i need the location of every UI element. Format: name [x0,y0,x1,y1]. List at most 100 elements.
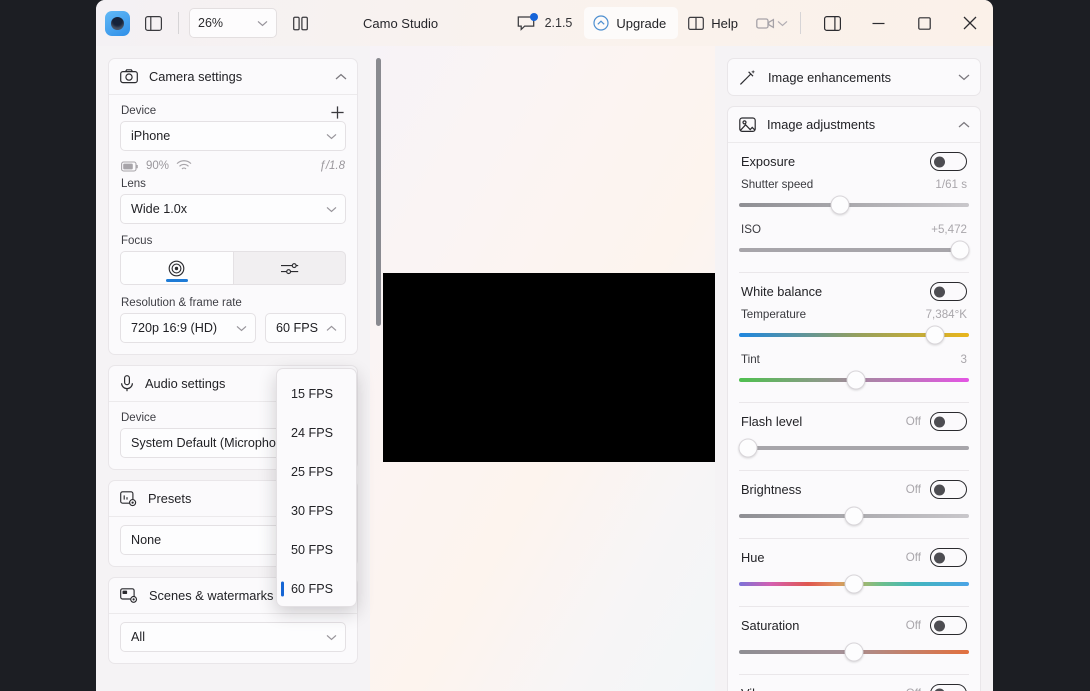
battery-value: 90% [146,160,169,172]
image-adjustments-header[interactable]: Image adjustments [728,107,980,143]
split-view-icon[interactable] [283,8,317,38]
fps-option[interactable]: 60 FPS [277,569,356,608]
adjustment-toggle[interactable] [930,684,967,691]
left-panel-toggle-icon[interactable] [136,8,170,38]
adjustment-status: Off [906,551,921,564]
adjustment-divider [739,272,969,273]
chevron-up-icon[interactable] [335,73,347,81]
slider-track [739,203,969,207]
adjustment-slider[interactable] [739,641,969,663]
fps-option[interactable]: 50 FPS [277,530,356,569]
camera-icon [120,69,138,84]
help-label: Help [711,16,738,31]
slider-handle[interactable] [739,439,758,458]
focus-manual-button[interactable] [234,252,346,284]
adjustment-controls: Off [906,548,967,567]
slider-value: +5,472 [931,223,967,236]
camera-settings-title: Camera settings [149,69,324,84]
resolution-row: 720p 16:9 (HD) 60 FPS [120,313,346,343]
camera-settings-body: Device iPhone [109,95,357,354]
scenes-filter-select[interactable]: All [120,622,346,652]
adjustment-slider[interactable] [739,194,969,216]
window-body: Camera settings Device [96,46,993,691]
image-adjustments-card: Image adjustments ExposureShutter speed1… [727,106,981,691]
maximize-icon[interactable] [901,0,947,46]
adjustment-divider [739,606,969,607]
focus-auto-button[interactable] [121,252,233,284]
fps-option[interactable]: 25 FPS [277,452,356,491]
camera-settings-header[interactable]: Camera settings [109,59,357,95]
help-button[interactable]: Help [678,7,748,39]
image-enhancements-header[interactable]: Image enhancements [728,59,980,95]
feedback-chat-icon[interactable] [511,8,541,38]
adjustment-controls: Off [906,480,967,499]
fps-option[interactable]: 24 FPS [277,413,356,452]
adjustment-name: Saturation [741,618,799,633]
fps-option-label: 24 FPS [291,426,333,440]
logo-lens-shape [111,17,124,30]
slider-handle[interactable] [831,196,850,215]
chevron-up-icon [326,325,337,332]
close-icon[interactable] [947,0,993,46]
adjustment-controls [930,282,967,301]
adjustment-slider[interactable] [739,369,969,391]
sliders-icon [280,261,299,276]
adjustment-toggle[interactable] [930,548,967,567]
fps-dropdown-menu[interactable]: 15 FPS 24 FPS 25 FPS 30 FPS 50 FPS 60 FPS [276,368,357,607]
camera-settings-card: Camera settings Device [108,58,358,355]
chevron-down-icon [326,133,337,140]
adjustment-toggle[interactable] [930,480,967,499]
chevron-down-icon[interactable] [958,73,970,81]
adjustment-slider[interactable] [739,573,969,595]
fps-option[interactable]: 15 FPS [277,374,356,413]
slider-handle[interactable] [845,507,864,526]
camera-device-menu[interactable] [748,16,792,31]
slider-handle[interactable] [847,371,866,390]
slider-handle[interactable] [925,326,944,345]
device-status-row: 90% ƒ/1.8 [121,160,345,172]
toggle-knob [934,416,945,427]
fps-option[interactable]: 30 FPS [277,491,356,530]
fps-option-label: 50 FPS [291,543,333,557]
adjustment-toggle[interactable] [930,616,967,635]
adjustment-slider[interactable] [739,239,969,261]
upgrade-button[interactable]: Upgrade [584,7,678,39]
slider-value: 1/61 s [935,178,967,191]
adjustment-toggle[interactable] [930,412,967,431]
camo-studio-window: 26% Camo Studio [96,0,993,691]
slider-handle[interactable] [845,643,864,662]
chevron-up-icon[interactable] [958,121,970,129]
toggle-knob [934,156,945,167]
slider-handle[interactable] [845,575,864,594]
adjustment-slider[interactable] [739,324,969,346]
adjustment-toggle[interactable] [930,282,967,301]
slider-label-row: ISO+5,472 [739,223,969,236]
slider-label: Shutter speed [741,178,813,191]
slider-value: 7,384°K [926,308,967,321]
lens-select[interactable]: Wide 1.0x [120,194,346,224]
zoom-level-select[interactable]: 26% [189,8,277,38]
adjustment-slider[interactable] [739,437,969,459]
plus-icon[interactable] [330,105,345,120]
adjustment-divider [739,674,969,675]
slider-label: Tint [741,353,760,366]
slider-label-row: Shutter speed 1/61 s [739,178,969,191]
fps-option-label: 30 FPS [291,504,333,518]
preview-scrollbar[interactable] [376,58,381,326]
device-value: iPhone [131,129,326,143]
adjustment-divider [739,538,969,539]
desktop-background: 26% Camo Studio [0,0,1090,691]
adjustment-toggle[interactable] [930,152,967,171]
slider-handle[interactable] [950,241,969,260]
device-select[interactable]: iPhone [120,121,346,151]
minimize-icon[interactable] [855,0,901,46]
camo-app-logo-icon[interactable] [105,11,130,36]
upgrade-circle-arrow-icon [593,15,609,31]
adjustment-group-header: SaturationOff [739,616,969,635]
resolution-select[interactable]: 720p 16:9 (HD) [120,313,256,343]
adjustment-slider[interactable] [739,505,969,527]
scenes-watermarks-icon [120,588,138,603]
right-panel-toggle-icon[interactable] [809,0,855,46]
adjustment-status: Off [906,415,921,428]
fps-select[interactable]: 60 FPS [265,313,346,343]
